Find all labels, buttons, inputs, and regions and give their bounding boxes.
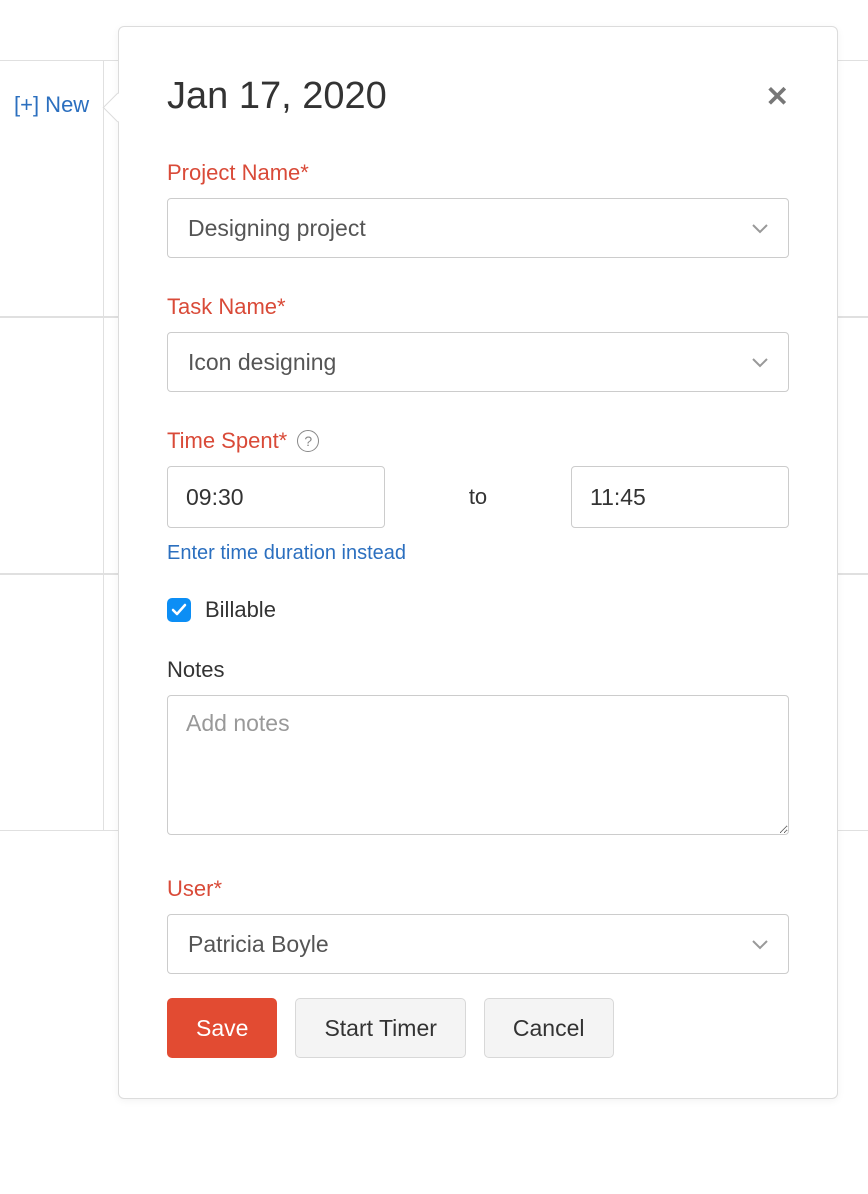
popup-date-title: Jan 17, 2020: [167, 75, 387, 118]
time-to-label: to: [385, 484, 571, 510]
user-select[interactable]: Patricia Boyle: [167, 914, 789, 974]
project-name-value: Designing project: [188, 215, 366, 242]
task-name-label: Task Name*: [167, 294, 789, 320]
project-name-label: Project Name*: [167, 160, 789, 186]
close-icon[interactable]: ✕: [766, 83, 789, 111]
billable-label: Billable: [205, 597, 276, 623]
user-value: Patricia Boyle: [188, 931, 329, 958]
task-name-value: Icon designing: [188, 349, 336, 376]
cancel-button[interactable]: Cancel: [484, 998, 614, 1058]
chevron-down-icon: [752, 218, 768, 239]
time-entry-popup: Jan 17, 2020 ✕ Project Name* Designing p…: [118, 26, 838, 1099]
notes-label: Notes: [167, 657, 789, 683]
user-label: User*: [167, 876, 789, 902]
time-spent-label: Time Spent*: [167, 428, 287, 454]
chevron-down-icon: [752, 934, 768, 955]
save-button[interactable]: Save: [167, 998, 277, 1058]
new-entry-link[interactable]: [+] New: [14, 92, 89, 118]
project-name-select[interactable]: Designing project: [167, 198, 789, 258]
duration-toggle-link[interactable]: Enter time duration instead: [167, 542, 406, 565]
notes-textarea[interactable]: [167, 695, 789, 835]
time-to-input[interactable]: [571, 466, 789, 528]
billable-checkbox[interactable]: [167, 598, 191, 622]
task-name-select[interactable]: Icon designing: [167, 332, 789, 392]
chevron-down-icon: [752, 352, 768, 373]
time-from-input[interactable]: [167, 466, 385, 528]
start-timer-button[interactable]: Start Timer: [295, 998, 465, 1058]
help-icon[interactable]: ?: [297, 430, 319, 452]
